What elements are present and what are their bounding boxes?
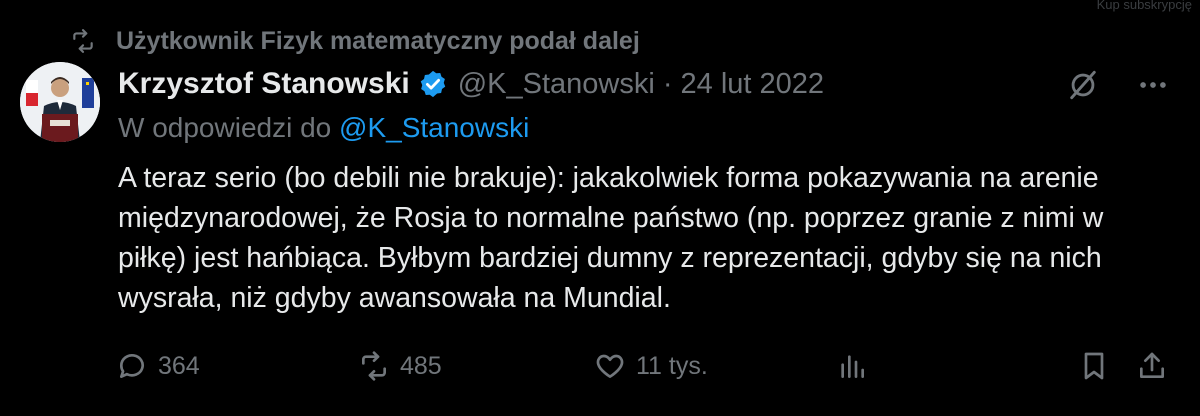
heart-icon <box>596 354 624 378</box>
avatar[interactable] <box>20 62 100 142</box>
share-icon <box>1140 352 1164 378</box>
reply-to-mention[interactable]: @K_Stanowski <box>339 112 529 143</box>
avatar-image <box>20 62 100 142</box>
tweet-top-icons <box>1066 68 1170 102</box>
repost-button[interactable]: 485 <box>358 346 442 386</box>
bookmark-button[interactable] <box>1078 346 1110 386</box>
repost-count: 485 <box>400 351 442 380</box>
tweet-header: Krzysztof Stanowski @K_Stanowski · 24 lu… <box>118 62 824 106</box>
separator-dot: · <box>662 67 673 100</box>
reply-icon <box>120 354 144 378</box>
like-button[interactable]: 11 tys. <box>594 346 708 386</box>
analytics-icon <box>841 355 864 378</box>
top-fade-text: Kup subskrypcję <box>1096 0 1192 12</box>
repost-icon <box>362 351 386 381</box>
reply-context: W odpowiedzi do @K_Stanowski <box>118 112 529 144</box>
author-handle[interactable]: @K_Stanowski <box>458 68 655 101</box>
author-name[interactable]: Krzysztof Stanowski <box>118 67 410 101</box>
repost-icon <box>73 29 93 53</box>
like-count: 11 tys. <box>636 351 708 380</box>
tweet-date[interactable]: 24 lut 2022 <box>681 68 825 101</box>
verified-badge-icon <box>420 70 445 98</box>
views-button[interactable] <box>836 346 868 386</box>
reply-button[interactable]: 364 <box>116 346 200 386</box>
reply-to-prefix: W odpowiedzi do <box>118 112 340 143</box>
bookmark-icon <box>1084 352 1104 380</box>
repost-text: Użytkownik Fizyk matematyczny podał dale… <box>116 26 640 55</box>
tweet-text: A teraz serio (bo debili nie brakuje): j… <box>118 162 1104 314</box>
share-button[interactable] <box>1136 346 1168 386</box>
more-options-icon[interactable] <box>1136 68 1170 102</box>
repost-indicator[interactable]: Użytkownik Fizyk matematyczny podał dale… <box>70 24 640 58</box>
grok-icon[interactable] <box>1066 68 1100 102</box>
reply-count: 364 <box>158 351 200 380</box>
tweet-actions: 364 485 11 tys. <box>116 346 1176 386</box>
